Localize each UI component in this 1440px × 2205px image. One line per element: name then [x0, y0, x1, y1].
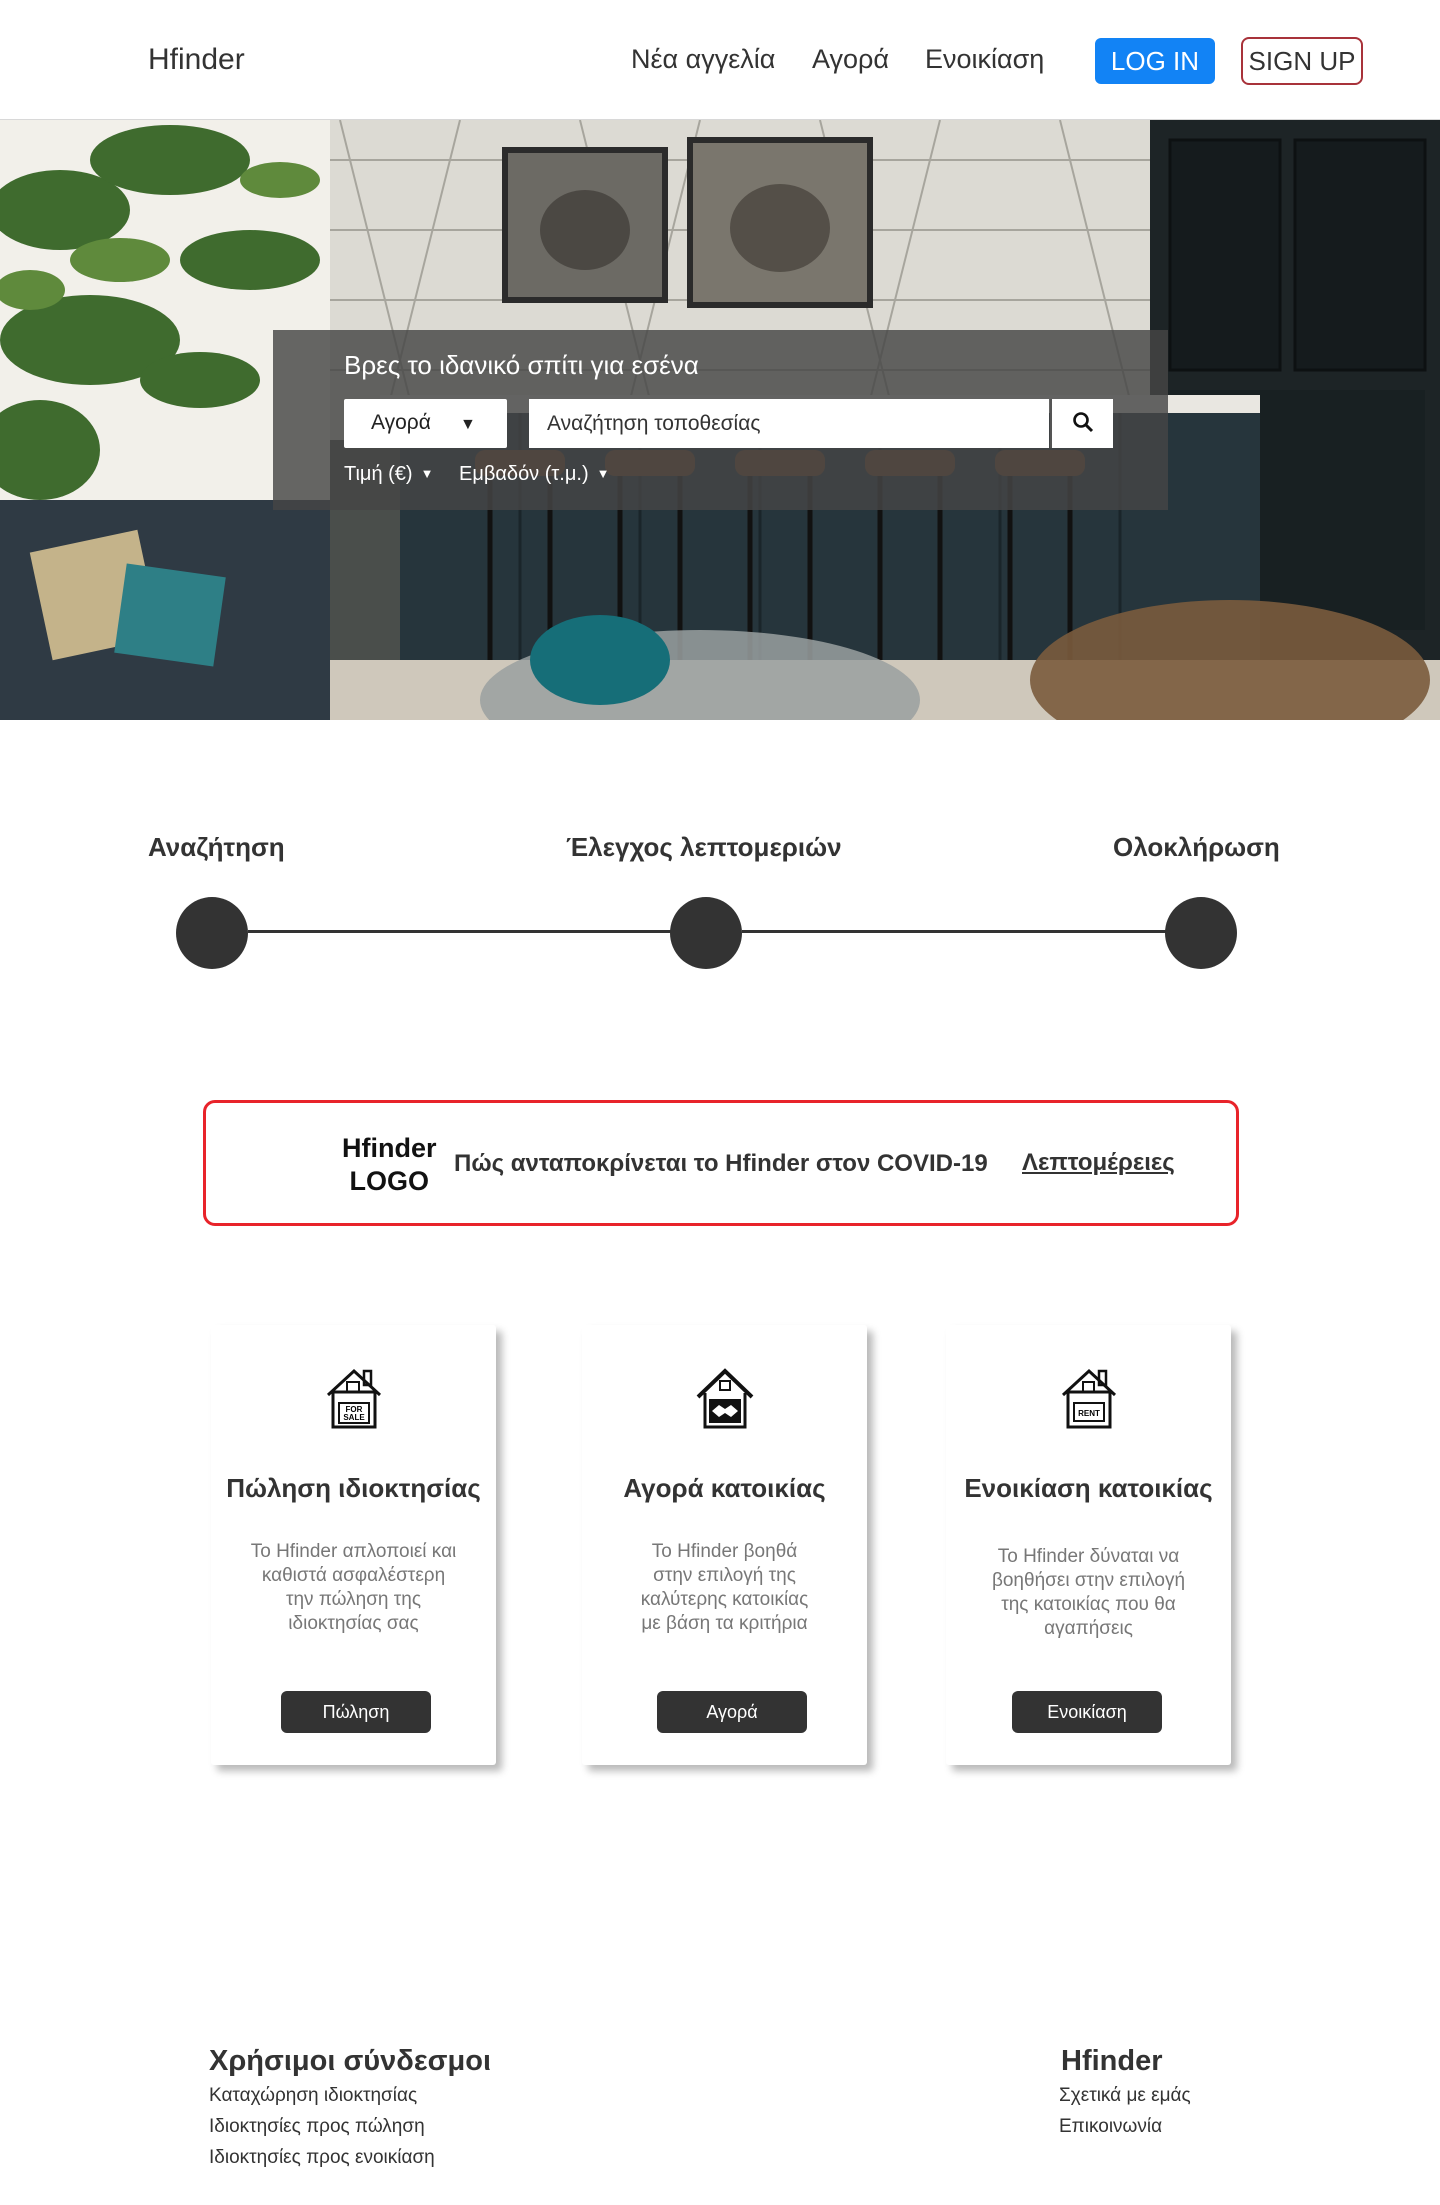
sell-button[interactable]: Πώληση	[281, 1691, 431, 1733]
card-description-line: καλύτερης κατοικίας	[640, 1589, 809, 1610]
footer-link-about[interactable]: Σχετικά με εμάς	[1059, 2085, 1191, 2107]
card-title: Ενοικίαση κατοικίας	[964, 1473, 1213, 1503]
brand-logo[interactable]: Hfinder	[148, 43, 245, 77]
step-label-search: Αναζήτηση	[148, 832, 285, 862]
search-title: Βρες το ιδανικό σπίτι για εσένα	[344, 350, 699, 380]
covid-banner: Hfinder LOGO Πώς ανταποκρίνεται το Hfind…	[203, 1100, 1239, 1226]
top-navbar: Hfinder Νέα αγγελία Αγορά Ενοικίαση LOG …	[0, 0, 1440, 120]
footer-brand-heading: Hfinder	[1061, 2045, 1163, 2077]
card-description-line: στην επιλογή της	[653, 1565, 796, 1586]
house-for-sale-icon: FOR SALE	[326, 1368, 381, 1429]
card-title: Πώληση ιδιοκτησίας	[226, 1473, 481, 1503]
card-description-line: Το Hfinder απλοποιεί και	[250, 1541, 457, 1562]
caret-down-icon: ▼	[420, 466, 434, 481]
card-description: Το Hfinder δύναται να βοηθήσει στην επιλ…	[971, 1545, 1206, 1641]
house-rent-icon: RENT	[1061, 1368, 1116, 1429]
footer-link-properties-for-rent[interactable]: Ιδιοκτησίες προς ενοικίαση	[209, 2147, 435, 2169]
nav-link-new-listing[interactable]: Νέα αγγελία	[631, 44, 775, 75]
card-title: Αγορά κατοικίας	[623, 1473, 826, 1503]
step-connector	[248, 930, 672, 933]
buy-button[interactable]: Αγορά	[657, 1691, 807, 1733]
caret-down-icon: ▼	[460, 416, 476, 433]
step-label-complete: Ολοκλήρωση	[1113, 832, 1280, 862]
card-description-line: αγαπήσεις	[1044, 1618, 1133, 1639]
card-description-line: με βάση τα κριτήρια	[641, 1613, 808, 1634]
card-description: Το Hfinder απλοποιεί και καθιστά ασφαλέσ…	[236, 1540, 471, 1636]
signup-button[interactable]: SIGN UP	[1241, 37, 1363, 85]
nav-link-rent[interactable]: Ενοικίαση	[925, 44, 1044, 75]
area-filter[interactable]: Εμβαδόν (τ.μ.) ▼	[459, 463, 609, 486]
location-search-input[interactable]	[529, 399, 1049, 448]
price-filter-label: Τιμή (€)	[344, 463, 413, 485]
step-dot-search	[176, 897, 248, 969]
rent-button[interactable]: Ενοικίαση	[1012, 1691, 1162, 1733]
area-filter-label: Εμβαδόν (τ.μ.)	[459, 463, 589, 485]
step-label-details: Έλεγχος λεπτομεριών	[566, 832, 842, 862]
listing-type-selected: Αγορά	[371, 411, 431, 434]
step-connector	[742, 930, 1166, 933]
card-description-line: καθιστά ασφαλέστερη	[261, 1565, 446, 1586]
service-card-rent: RENT Ενοικίαση κατοικίας Το Hfinder δύνα…	[946, 1325, 1231, 1765]
card-description-line: βοηθήσει στην επιλογή	[991, 1570, 1186, 1591]
hero-section: Βρες το ιδανικό σπίτι για εσένα Αγορά ▼ …	[0, 120, 1440, 720]
card-description-line: της κατοικίας που θα	[1001, 1594, 1176, 1615]
logo-line: Hfinder	[342, 1133, 437, 1163]
card-description: Το Hfinder βοηθά στην επιλογή της καλύτε…	[607, 1540, 842, 1636]
step-dot-details	[670, 897, 742, 969]
card-description-line: Το Hfinder δύναται να	[997, 1546, 1180, 1567]
step-dot-complete	[1165, 897, 1237, 969]
price-filter[interactable]: Τιμή (€) ▼	[344, 463, 433, 486]
card-description-line: την πώληση της	[285, 1589, 422, 1610]
card-description-line: Το Hfinder βοηθά	[651, 1541, 798, 1562]
search-panel: Βρες το ιδανικό σπίτι για εσένα Αγορά ▼ …	[273, 330, 1168, 510]
house-handshake-icon	[696, 1368, 753, 1429]
listing-type-dropdown[interactable]: Αγορά ▼	[344, 399, 507, 448]
service-card-sell: FOR SALE Πώληση ιδιοκτησίας Το Hfinder α…	[211, 1325, 496, 1765]
search-button[interactable]	[1050, 399, 1113, 448]
search-icon	[1072, 412, 1093, 433]
caret-down-icon: ▼	[596, 466, 610, 481]
footer-links-heading: Χρήσιμοι σύνδεσμοι	[209, 2045, 492, 2077]
covid-details-link[interactable]: Λεπτομέρειες	[1022, 1149, 1175, 1177]
icon-text: RENT	[1078, 1409, 1100, 1418]
covid-banner-text: Πώς ανταποκρίνεται το Hfinder στον COVID…	[454, 1150, 988, 1177]
service-card-buy: Αγορά κατοικίας Το Hfinder βοηθά στην επ…	[582, 1325, 867, 1765]
logo-line: LOGO	[349, 1166, 430, 1196]
card-description-line: ιδιοκτησίας σας	[288, 1613, 419, 1634]
icon-text: SALE	[343, 1413, 365, 1422]
login-button[interactable]: LOG IN	[1095, 38, 1215, 84]
footer-link-properties-for-sale[interactable]: Ιδιοκτησίες προς πώληση	[209, 2116, 425, 2138]
covid-banner-logo: Hfinder LOGO	[342, 1132, 437, 1198]
nav-link-buy[interactable]: Αγορά	[812, 44, 889, 75]
footer-link-contact[interactable]: Επικοινωνία	[1059, 2116, 1162, 2138]
footer-link-list-property[interactable]: Καταχώρηση ιδιοκτησίας	[209, 2085, 417, 2107]
